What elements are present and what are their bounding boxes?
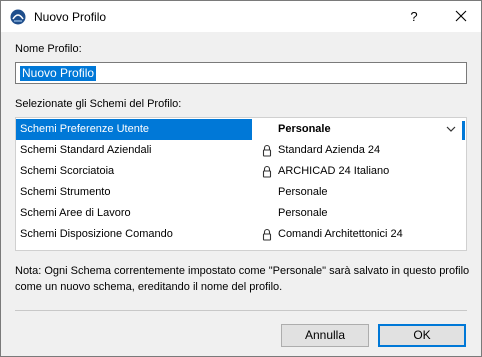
chevron-down-icon[interactable] bbox=[446, 125, 456, 133]
scheme-row-standard-aziendali[interactable]: Schemi Standard Aziendali Standard Azien… bbox=[16, 140, 466, 161]
lock-icon bbox=[262, 165, 272, 178]
title-bar[interactable]: Nuovo Profilo ? bbox=[1, 1, 481, 32]
scheme-row-preferenze-utente[interactable]: Schemi Preferenze Utente Personale bbox=[16, 119, 466, 140]
profile-name-value: Nuovo Profilo bbox=[20, 66, 97, 81]
scheme-name: Schemi Preferenze Utente bbox=[16, 119, 252, 140]
scheme-row-strumento[interactable]: Schemi Strumento Personale bbox=[16, 182, 466, 203]
help-button[interactable]: ? bbox=[401, 1, 427, 32]
profile-name-field[interactable]: Nuovo Profilo bbox=[15, 62, 467, 84]
scheme-row-disposizione-comando[interactable]: Schemi Disposizione Comando Comandi Arch… bbox=[16, 224, 466, 245]
archicad-app-icon bbox=[10, 9, 26, 25]
scheme-name: Schemi Scorciatoia bbox=[20, 165, 115, 177]
cancel-button[interactable]: Annulla bbox=[281, 324, 369, 347]
schemes-list[interactable]: Schemi Preferenze Utente Personale Schem… bbox=[15, 117, 467, 251]
scheme-value: Personale bbox=[278, 207, 328, 219]
scheme-value: Comandi Architettonici 24 bbox=[278, 228, 403, 240]
schemes-label: Selezionate gli Schemi del Profilo: bbox=[15, 98, 182, 110]
scheme-row-aree-di-lavoro[interactable]: Schemi Aree di Lavoro Personale bbox=[16, 203, 466, 224]
scheme-name: Schemi Disposizione Comando bbox=[20, 228, 173, 240]
scheme-value: Standard Azienda 24 bbox=[278, 144, 381, 156]
close-button[interactable] bbox=[441, 1, 481, 32]
scheme-name: Schemi Strumento bbox=[20, 186, 111, 198]
scheme-value: ARCHICAD 24 Italiano bbox=[278, 165, 390, 177]
scheme-value-dropdown[interactable]: Personale bbox=[278, 119, 331, 140]
lock-icon bbox=[262, 228, 272, 241]
scrollbar-accent bbox=[462, 121, 465, 140]
info-note: Nota: Ogni Schema correntemente impostat… bbox=[15, 265, 470, 293]
scheme-row-scorciatoia[interactable]: Schemi Scorciatoia ARCHICAD 24 Italiano bbox=[16, 161, 466, 182]
scheme-name: Schemi Aree di Lavoro bbox=[20, 207, 131, 219]
dialog-window: Nuovo Profilo ? Nome Profilo: Nuovo Prof… bbox=[0, 0, 482, 357]
ok-button[interactable]: OK bbox=[378, 324, 466, 347]
lock-icon bbox=[262, 144, 272, 157]
divider bbox=[15, 310, 467, 311]
profile-name-label: Nome Profilo: bbox=[15, 43, 82, 55]
scheme-name: Schemi Standard Aziendali bbox=[20, 144, 152, 156]
scheme-value: Personale bbox=[278, 186, 328, 198]
close-icon bbox=[455, 10, 467, 22]
window-title: Nuovo Profilo bbox=[34, 10, 107, 24]
